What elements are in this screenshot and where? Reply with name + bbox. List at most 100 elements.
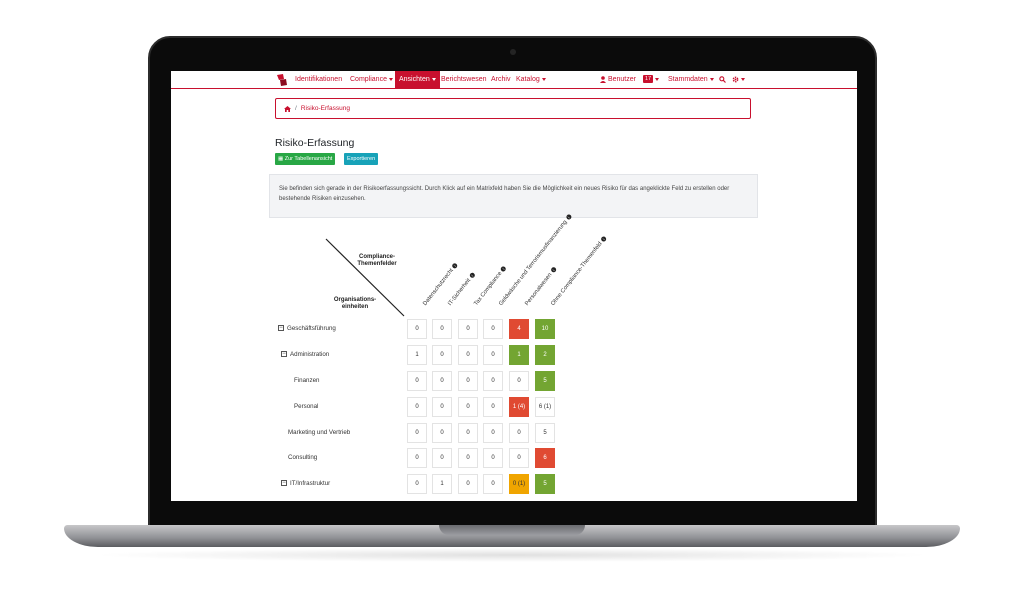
matrix-cell[interactable]: 0	[483, 345, 503, 365]
matrix-cell[interactable]: 0	[432, 423, 452, 443]
matrix-cell[interactable]: 0	[458, 397, 478, 417]
user-icon	[600, 75, 606, 83]
info-icon[interactable]: i	[499, 265, 507, 273]
nav-ansichten-label: Ansichten	[399, 76, 430, 83]
row-label-text: Consulting	[288, 454, 318, 461]
screen: Identifikationen Compliance Ansichten Be…	[171, 71, 857, 501]
matrix-cell[interactable]: 5	[535, 474, 555, 494]
user-menu[interactable]: Benutzer	[600, 71, 636, 89]
row-label[interactable]: − Administration	[281, 350, 329, 360]
matrix-cell[interactable]: 5	[535, 423, 555, 443]
nav-archiv[interactable]: Archiv	[491, 71, 510, 89]
matrix-cell[interactable]: 0	[407, 423, 427, 443]
search-button[interactable]	[719, 71, 726, 89]
nav-katalog[interactable]: Katalog	[516, 71, 546, 89]
collapse-icon[interactable]: −	[278, 325, 284, 332]
nav-ansichten[interactable]: Ansichten	[395, 71, 440, 89]
matrix-cell[interactable]: 1	[432, 474, 452, 494]
row-label: Marketing und Vertrieb	[288, 428, 350, 438]
settings-button[interactable]	[732, 71, 745, 89]
column-header-label: Ohne Compliance-Themenfeld	[550, 241, 604, 307]
matrix-cell[interactable]: 0	[432, 371, 452, 391]
info-icon[interactable]: i	[451, 262, 459, 270]
matrix-cell[interactable]: 0	[458, 474, 478, 494]
notifications-badge: 17	[643, 75, 654, 84]
matrix-cell[interactable]: 0	[458, 371, 478, 391]
matrix-cell[interactable]: 0	[458, 345, 478, 365]
row-label-text: IT/Infrastruktur	[290, 480, 331, 487]
matrix-cell[interactable]: 0	[509, 448, 529, 468]
nav-stammdaten[interactable]: Stammdaten	[668, 71, 714, 89]
matrix-cell[interactable]: 10	[535, 319, 555, 339]
matrix-cell[interactable]: 1 (4)	[509, 397, 529, 417]
table-view-button[interactable]: ▦ Zur Tabellenansicht	[275, 153, 336, 165]
matrix-cell[interactable]: 0	[407, 474, 427, 494]
nav-identifikationen[interactable]: Identifikationen	[295, 71, 342, 89]
axis-compliance-themenfelder: Compliance- Themenfelder	[357, 254, 397, 267]
matrix-cell[interactable]: 0	[407, 448, 427, 468]
breadcrumb-separator: /	[295, 105, 297, 112]
matrix-cell[interactable]: 6	[535, 448, 555, 468]
matrix-cell[interactable]: 1	[407, 345, 427, 365]
nav-compliance[interactable]: Compliance	[350, 71, 393, 89]
column-header: Ohne Compliance-Themenfeldi	[550, 235, 608, 307]
matrix-cell[interactable]: 0	[458, 319, 478, 339]
matrix-cell[interactable]: 2	[535, 345, 555, 365]
column-header: IT-Sicherheiti	[447, 272, 476, 307]
row-label-text: Geschäftsführung	[287, 325, 336, 332]
matrix-cell[interactable]: 0	[407, 371, 427, 391]
row-label-text: Administration	[290, 351, 330, 358]
breadcrumb: / Risiko-Erfassung	[275, 98, 751, 119]
matrix-cell[interactable]: 0	[483, 397, 503, 417]
user-label: Benutzer	[607, 76, 636, 83]
matrix-cell[interactable]: 0	[509, 423, 529, 443]
matrix-cell[interactable]: 0	[483, 319, 503, 339]
gear-icon	[732, 76, 739, 83]
matrix-cell[interactable]: 0	[483, 371, 503, 391]
matrix-cell[interactable]: 0	[407, 397, 427, 417]
chevron-down-icon	[741, 77, 745, 81]
collapse-icon[interactable]: −	[281, 480, 287, 487]
row-label[interactable]: − Geschäftsführung	[278, 324, 336, 334]
matrix-cell[interactable]: 6 (1)	[535, 397, 555, 417]
collapse-icon[interactable]: −	[281, 351, 287, 358]
row-label-text: Personal	[294, 403, 319, 410]
axis-organisationseinheiten: Organisations- einheiten	[333, 297, 377, 310]
matrix-cell[interactable]: 0	[483, 423, 503, 443]
nav-berichtswesen[interactable]: Berichtswesen	[441, 71, 487, 89]
brand-logo[interactable]	[275, 73, 289, 87]
info-icon[interactable]: i	[600, 235, 608, 243]
row-label: Finanzen	[294, 376, 319, 386]
search-icon	[719, 75, 726, 83]
matrix-cell[interactable]: 4	[509, 319, 529, 339]
matrix-cell[interactable]: 0	[407, 319, 427, 339]
matrix-cell[interactable]: 0	[483, 474, 503, 494]
notifications-button[interactable]: 17	[643, 71, 660, 89]
matrix-cell[interactable]: 0	[483, 448, 503, 468]
table-view-label: Zur Tabellenansicht	[284, 156, 333, 162]
chevron-down-icon	[388, 77, 393, 81]
home-icon[interactable]	[284, 105, 291, 112]
laptop-notch	[439, 525, 585, 535]
laptop-bezel	[160, 505, 865, 523]
matrix-cell[interactable]: 0	[458, 448, 478, 468]
chevron-down-icon	[709, 77, 714, 81]
matrix-cell[interactable]: 5	[535, 371, 555, 391]
matrix-cell[interactable]: 0	[432, 319, 452, 339]
nav-katalog-label: Katalog	[516, 76, 540, 83]
matrix-cell[interactable]: 0 (1)	[509, 474, 529, 494]
chevron-down-icon	[431, 77, 436, 81]
matrix-cell[interactable]: 0	[432, 397, 452, 417]
row-label-text: Marketing und Vertrieb	[288, 429, 351, 436]
matrix-cell[interactable]: 0	[509, 371, 529, 391]
matrix-cell[interactable]: 0	[432, 345, 452, 365]
row-label-text: Finanzen	[294, 377, 320, 384]
matrix-cell[interactable]: 0	[432, 448, 452, 468]
camera	[510, 49, 516, 55]
export-button[interactable]: Exportieren	[344, 153, 379, 165]
matrix-cell[interactable]: 1	[509, 345, 529, 365]
matrix-cell[interactable]: 0	[458, 423, 478, 443]
row-label[interactable]: − IT/Infrastruktur	[281, 479, 330, 489]
chevron-down-icon	[655, 77, 660, 81]
nav-compliance-label: Compliance	[350, 76, 387, 83]
